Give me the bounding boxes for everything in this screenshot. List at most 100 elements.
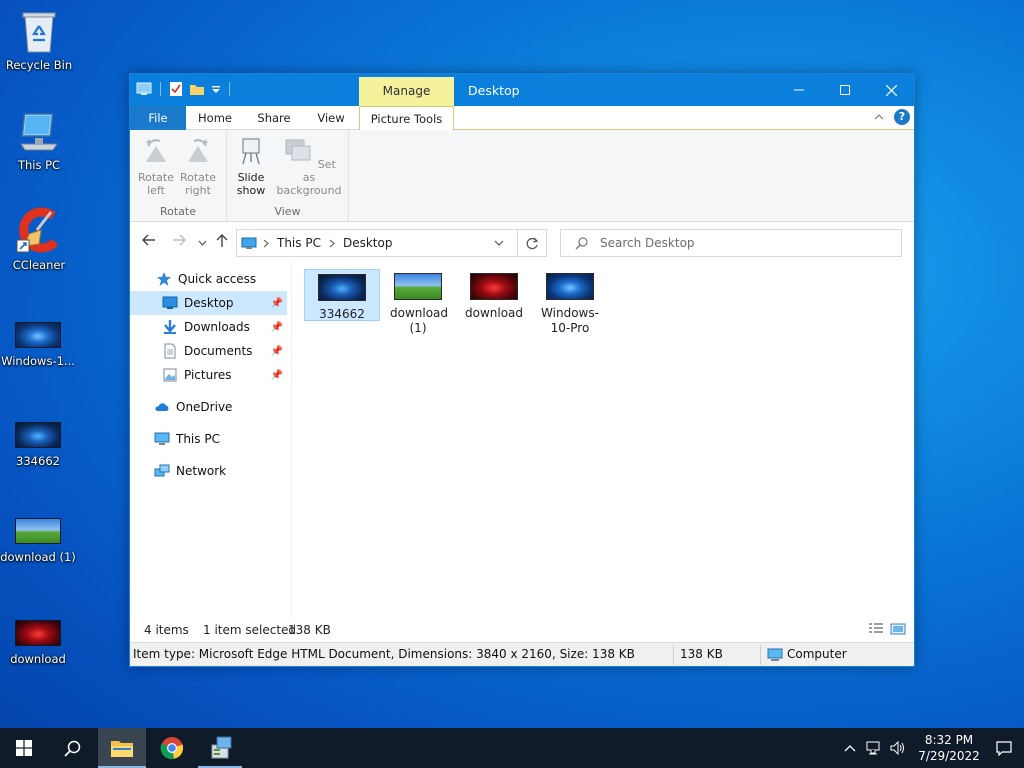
pin-icon[interactable]: 📌	[271, 346, 283, 357]
taskbar-chrome[interactable]	[148, 728, 196, 768]
rotate-left-label: Rotate left	[137, 171, 174, 197]
pin-icon[interactable]: 📌	[271, 370, 283, 381]
desktop-icon-download-1[interactable]: download (1)	[0, 518, 76, 564]
forward-button[interactable]	[172, 234, 186, 250]
details-location: Computer	[787, 647, 847, 661]
clock[interactable]: 8:32 PM 7/29/2022	[914, 732, 984, 764]
nav-network[interactable]: Network	[130, 459, 287, 483]
file-item-334662[interactable]: 334662	[304, 269, 380, 321]
nav-this-pc[interactable]: This PC	[130, 427, 287, 451]
quick-access-toolbar	[136, 81, 232, 97]
window-controls	[776, 74, 914, 106]
chevron-up-icon[interactable]	[844, 744, 856, 752]
rotate-right-button[interactable]: Rotate right	[178, 136, 218, 197]
download-icon	[164, 320, 176, 334]
start-button[interactable]	[0, 728, 48, 768]
large-icons-view-icon[interactable]	[890, 622, 906, 636]
details-divider	[760, 645, 761, 665]
recent-locations-button[interactable]	[198, 234, 207, 250]
image-thumbnail	[15, 620, 61, 646]
tab-manage[interactable]: Manage	[359, 77, 454, 106]
navigation-pane: Quick access Desktop 📌 Downloads 📌 Docum…	[130, 262, 290, 618]
new-folder-icon[interactable]	[189, 82, 205, 96]
set-background-icon	[285, 139, 311, 161]
slide-show-icon	[242, 138, 260, 165]
taskbar-file-explorer[interactable]	[98, 728, 146, 768]
close-button[interactable]	[868, 74, 914, 106]
file-name: download	[464, 306, 524, 320]
explorer-icon[interactable]	[136, 82, 152, 96]
desktop-icon-ccleaner[interactable]: CCleaner	[1, 206, 77, 272]
minimize-button[interactable]	[776, 74, 822, 106]
documents-icon	[164, 343, 176, 359]
set-as-background-button[interactable]: Set as background	[275, 136, 343, 197]
up-button[interactable]	[216, 234, 228, 252]
notification-icon	[996, 741, 1012, 756]
forward-arrow-icon	[173, 234, 186, 246]
file-item-download-1[interactable]: download (1)	[380, 269, 456, 336]
pin-icon[interactable]: 📌	[271, 322, 283, 333]
desktop-icon-334662[interactable]: 334662	[0, 422, 76, 468]
address-dropdown-icon[interactable]	[494, 240, 504, 246]
collapse-ribbon-icon[interactable]	[874, 113, 884, 121]
search-icon	[63, 740, 80, 757]
window-title: Desktop	[468, 83, 520, 98]
close-icon	[885, 84, 897, 96]
maximize-button[interactable]	[822, 74, 868, 106]
nav-label: Network	[176, 464, 227, 478]
file-item-download[interactable]: download	[456, 269, 532, 321]
file-item-windows-10-pro[interactable]: Windows-10-Pro	[532, 269, 608, 336]
desktop-icon-recycle-bin[interactable]: Recycle Bin	[1, 8, 77, 72]
taskbar-app[interactable]	[198, 728, 246, 768]
action-center-button[interactable]	[984, 728, 1024, 768]
tab-share[interactable]: Share	[248, 106, 300, 130]
help-icon[interactable]: ?	[894, 109, 910, 125]
tab-home[interactable]: Home	[190, 106, 240, 130]
breadcrumb-desktop[interactable]: Desktop	[343, 236, 393, 250]
details-view-icon[interactable]	[868, 622, 884, 636]
customize-toolbar-icon[interactable]	[211, 84, 221, 94]
navigation-bar: This PC Desktop	[130, 222, 914, 262]
title-bar[interactable]: Manage Desktop	[130, 74, 914, 106]
item-count: 4 items	[144, 623, 189, 637]
nav-downloads[interactable]: Downloads 📌	[130, 315, 287, 339]
file-name: download (1)	[390, 306, 449, 335]
tab-picture-tools[interactable]: Picture Tools	[359, 106, 454, 131]
volume-icon[interactable]	[890, 741, 906, 755]
breadcrumb-this-pc[interactable]: This PC	[277, 236, 321, 250]
slide-show-button[interactable]: Slide show	[231, 136, 271, 197]
selection-count: 1 item selected	[203, 623, 297, 637]
rotate-left-button[interactable]: Rotate left	[136, 136, 176, 197]
chevron-right-icon	[263, 239, 269, 247]
desktop-icon-windows-10-pro[interactable]: Windows-1...	[0, 322, 76, 368]
pin-icon[interactable]: 📌	[271, 298, 283, 309]
back-button[interactable]	[142, 234, 156, 250]
properties-icon[interactable]	[169, 81, 183, 97]
ccleaner-icon	[16, 207, 59, 253]
search-box[interactable]	[560, 229, 902, 257]
refresh-button[interactable]	[517, 229, 547, 257]
tab-view[interactable]: View	[306, 106, 356, 130]
desktop-icon-label: download	[10, 652, 66, 666]
nav-onedrive[interactable]: OneDrive	[130, 395, 287, 419]
toolbar-divider	[229, 82, 230, 96]
file-explorer-window: Manage Desktop File Home Share View Pict…	[129, 73, 915, 667]
chevron-down-icon	[198, 240, 207, 246]
slide-show-label: Slide show	[236, 171, 266, 197]
ribbon: Rotate left Rotate right Rotate Slide sh…	[130, 130, 914, 222]
image-thumbnail	[15, 422, 61, 448]
search-button[interactable]	[48, 728, 96, 768]
desktop-icon-this-pc[interactable]: This PC	[1, 110, 77, 172]
tab-file[interactable]: File	[130, 106, 186, 130]
nav-documents[interactable]: Documents 📌	[130, 339, 287, 363]
desktop-icon-download[interactable]: download	[0, 620, 76, 666]
search-input[interactable]	[600, 236, 870, 250]
ribbon-tabs: File Home Share View Picture Tools ?	[130, 106, 914, 131]
nav-pictures[interactable]: Pictures 📌	[130, 363, 287, 387]
ribbon-group-label: Rotate	[159, 205, 196, 218]
address-bar[interactable]: This PC Desktop	[236, 229, 547, 257]
pane-divider[interactable]	[291, 262, 292, 618]
nav-quick-access[interactable]: Quick access	[130, 267, 287, 291]
nav-desktop[interactable]: Desktop 📌	[130, 291, 287, 315]
network-icon[interactable]	[866, 741, 882, 755]
